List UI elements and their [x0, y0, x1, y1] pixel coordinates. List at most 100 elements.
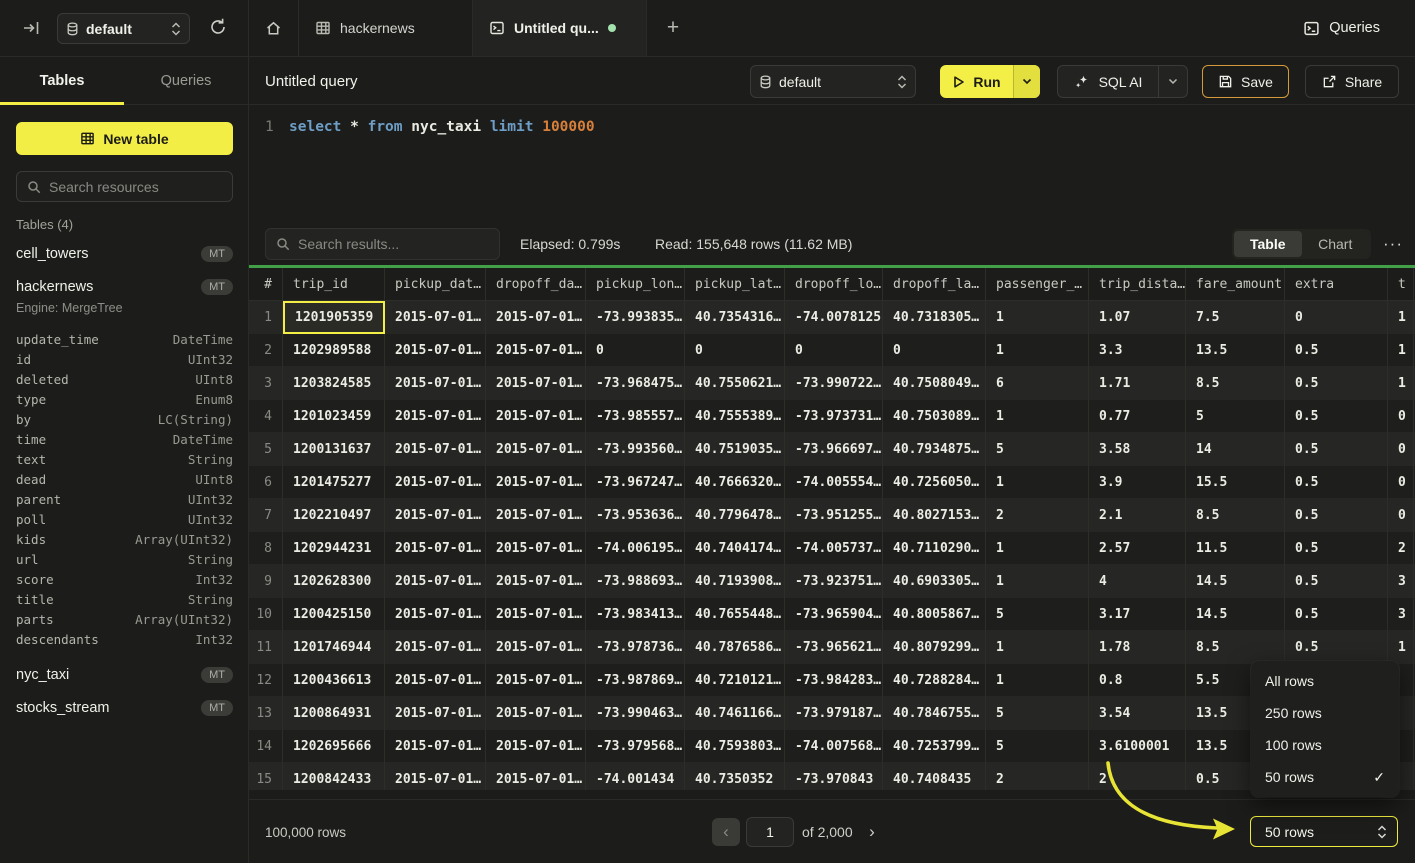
- data-cell[interactable]: 40.7503089…: [883, 400, 986, 433]
- data-cell[interactable]: 5: [986, 697, 1089, 730]
- refresh-icon[interactable]: [208, 17, 228, 37]
- data-cell[interactable]: 1: [1388, 301, 1414, 334]
- data-cell[interactable]: -74.001434: [586, 763, 685, 790]
- data-cell[interactable]: 2015-07-01…: [486, 334, 586, 367]
- data-cell[interactable]: 2.1: [1089, 499, 1186, 532]
- page-number-input[interactable]: [746, 817, 794, 847]
- data-cell[interactable]: 1: [986, 301, 1089, 334]
- data-cell[interactable]: 8.5: [1186, 367, 1285, 400]
- data-cell[interactable]: 6: [986, 367, 1089, 400]
- data-cell[interactable]: 5: [986, 730, 1089, 763]
- data-cell[interactable]: 1200425150: [283, 598, 385, 631]
- data-cell[interactable]: 1203824585: [283, 367, 385, 400]
- save-button[interactable]: Save: [1202, 65, 1289, 98]
- data-cell[interactable]: 2015-07-01…: [385, 400, 486, 433]
- data-cell[interactable]: -73.923751…: [785, 565, 883, 598]
- column-header[interactable]: trip_id: [283, 268, 385, 301]
- run-options-chevron[interactable]: [1013, 65, 1040, 98]
- data-cell[interactable]: 3: [1388, 598, 1414, 631]
- data-cell[interactable]: 2015-07-01…: [385, 565, 486, 598]
- data-cell[interactable]: 2015-07-01…: [385, 334, 486, 367]
- data-cell[interactable]: -73.973731…: [785, 400, 883, 433]
- data-cell[interactable]: 1201475277: [283, 466, 385, 499]
- data-cell[interactable]: 40.7876586…: [685, 631, 785, 664]
- data-cell[interactable]: -73.985557…: [586, 400, 685, 433]
- data-cell[interactable]: 2015-07-01…: [385, 301, 486, 334]
- view-tab-chart[interactable]: Chart: [1302, 231, 1370, 257]
- data-cell[interactable]: 2015-07-01…: [385, 763, 486, 790]
- data-cell[interactable]: -73.966697…: [785, 433, 883, 466]
- data-cell[interactable]: 40.7555389…: [685, 400, 785, 433]
- data-cell[interactable]: 1202944231: [283, 532, 385, 565]
- data-cell[interactable]: 2015-07-01…: [385, 697, 486, 730]
- data-cell[interactable]: 2015-07-01…: [385, 664, 486, 697]
- data-cell[interactable]: 1.07: [1089, 301, 1186, 334]
- data-cell[interactable]: 0.5: [1285, 433, 1388, 466]
- data-cell[interactable]: 40.7519035…: [685, 433, 785, 466]
- data-cell[interactable]: 40.7210121…: [685, 664, 785, 697]
- data-cell[interactable]: 2: [986, 763, 1089, 790]
- sidebar-table-hackernews[interactable]: hackernews MT: [0, 276, 249, 298]
- sidebar-tab-queries[interactable]: Queries: [124, 57, 248, 104]
- column-header[interactable]: dropoff_da…: [486, 268, 586, 301]
- column-header[interactable]: pickup_lat…: [685, 268, 785, 301]
- sql-ai-button[interactable]: SQL AI: [1057, 65, 1188, 98]
- data-cell[interactable]: -73.984283…: [785, 664, 883, 697]
- data-cell[interactable]: 2015-07-01…: [486, 532, 586, 565]
- data-cell[interactable]: 40.7110290…: [883, 532, 986, 565]
- data-cell[interactable]: 1200842433: [283, 763, 385, 790]
- data-cell[interactable]: 2015-07-01…: [486, 433, 586, 466]
- sql-ai-chevron[interactable]: [1158, 66, 1187, 97]
- data-cell[interactable]: 1.78: [1089, 631, 1186, 664]
- data-cell[interactable]: 2015-07-01…: [486, 631, 586, 664]
- row-number-cell[interactable]: 13: [249, 697, 283, 730]
- sidebar-table-cell_towers[interactable]: cell_towers MT: [0, 243, 249, 265]
- column-header[interactable]: pickup_dat…: [385, 268, 486, 301]
- data-cell[interactable]: 2015-07-01…: [486, 400, 586, 433]
- data-cell[interactable]: 2015-07-01…: [385, 466, 486, 499]
- data-cell[interactable]: 1: [986, 631, 1089, 664]
- column-header[interactable]: t: [1388, 268, 1414, 301]
- data-cell[interactable]: 2: [1388, 532, 1414, 565]
- data-cell[interactable]: 0: [1388, 499, 1414, 532]
- data-cell[interactable]: -74.005554…: [785, 466, 883, 499]
- data-cell[interactable]: 0.8: [1089, 664, 1186, 697]
- column-header[interactable]: dropoff_la…: [883, 268, 986, 301]
- data-cell[interactable]: 2015-07-01…: [486, 763, 586, 790]
- data-cell[interactable]: 2015-07-01…: [486, 301, 586, 334]
- data-cell[interactable]: 40.7288284…: [883, 664, 986, 697]
- collapse-sidebar-icon[interactable]: [22, 19, 40, 37]
- data-cell[interactable]: 0: [1285, 301, 1388, 334]
- data-cell[interactable]: 1200131637: [283, 433, 385, 466]
- data-cell[interactable]: 40.8079299…: [883, 631, 986, 664]
- row-number-cell[interactable]: 11: [249, 631, 283, 664]
- data-cell[interactable]: -73.967247…: [586, 466, 685, 499]
- data-cell[interactable]: 40.7404174…: [685, 532, 785, 565]
- next-page-button[interactable]: ›: [860, 818, 884, 846]
- data-cell[interactable]: 5: [986, 433, 1089, 466]
- data-cell[interactable]: 1202989588: [283, 334, 385, 367]
- data-cell[interactable]: 5: [1186, 400, 1285, 433]
- row-number-cell[interactable]: 3: [249, 367, 283, 400]
- data-cell[interactable]: 2: [986, 499, 1089, 532]
- column-header[interactable]: extra: [1285, 268, 1388, 301]
- data-cell[interactable]: 15.5: [1186, 466, 1285, 499]
- data-cell[interactable]: 0: [1388, 466, 1414, 499]
- data-cell[interactable]: 0.5: [1285, 400, 1388, 433]
- row-number-cell[interactable]: 2: [249, 334, 283, 367]
- data-cell[interactable]: -73.983413…: [586, 598, 685, 631]
- data-cell[interactable]: 3.9: [1089, 466, 1186, 499]
- column-header[interactable]: #: [249, 268, 283, 301]
- row-number-cell[interactable]: 10: [249, 598, 283, 631]
- data-cell[interactable]: -73.978736…: [586, 631, 685, 664]
- data-cell[interactable]: 4: [1089, 565, 1186, 598]
- data-cell[interactable]: 1201905359: [283, 301, 385, 334]
- data-cell[interactable]: 7.5: [1186, 301, 1285, 334]
- prev-page-button[interactable]: ‹: [712, 818, 740, 846]
- data-cell[interactable]: -73.979568…: [586, 730, 685, 763]
- data-cell[interactable]: 40.7666320…: [685, 466, 785, 499]
- data-cell[interactable]: 0: [883, 334, 986, 367]
- data-cell[interactable]: 8.5: [1186, 499, 1285, 532]
- data-cell[interactable]: 40.7508049…: [883, 367, 986, 400]
- data-cell[interactable]: 2015-07-01…: [385, 367, 486, 400]
